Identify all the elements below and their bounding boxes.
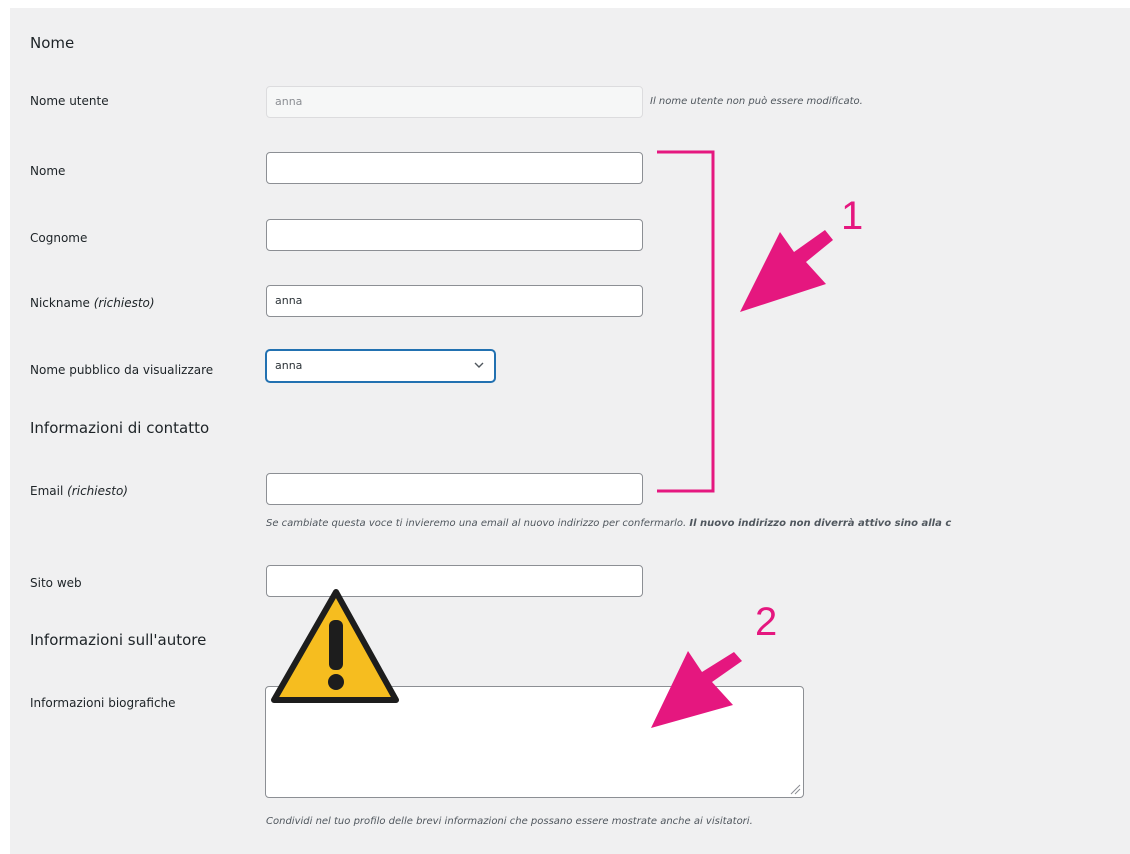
bio-textarea[interactable] bbox=[265, 686, 804, 798]
resize-handle-icon[interactable] bbox=[789, 783, 801, 795]
nickname-label-text: Nickname bbox=[30, 296, 90, 310]
email-note-text: Se cambiate questa voce ti invieremo una… bbox=[266, 518, 687, 529]
display-name-select[interactable]: anna bbox=[266, 350, 495, 382]
website-label: Sito web bbox=[30, 576, 82, 590]
email-field[interactable] bbox=[266, 473, 643, 505]
section-title-name: Nome bbox=[30, 34, 75, 52]
chevron-down-icon bbox=[474, 362, 484, 368]
section-title-author: Informazioni sull'autore bbox=[30, 631, 207, 649]
email-label: Email (richiesto) bbox=[30, 484, 128, 498]
display-name-label: Nome pubblico da visualizzare bbox=[30, 363, 214, 377]
nickname-required: (richiesto) bbox=[93, 296, 155, 310]
callout-number-1: 1 bbox=[841, 194, 864, 238]
bio-label: Informazioni biografiche bbox=[30, 696, 176, 710]
username-note: Il nome utente non può essere modificato… bbox=[650, 96, 863, 107]
website-field[interactable] bbox=[266, 565, 643, 597]
last-name-label: Cognome bbox=[30, 231, 88, 245]
nickname-label: Nickname (richiesto) bbox=[30, 296, 155, 310]
callout-number-2: 2 bbox=[755, 600, 778, 644]
email-label-text: Email bbox=[30, 484, 64, 498]
display-name-value: anna bbox=[275, 359, 303, 372]
section-title-contact: Informazioni di contatto bbox=[30, 419, 210, 437]
first-name-field[interactable] bbox=[266, 152, 643, 184]
username-field: anna bbox=[266, 86, 643, 118]
email-note: Se cambiate questa voce ti invieremo una… bbox=[266, 518, 951, 529]
email-note-bold: Il nuovo indirizzo non diverrà attivo si… bbox=[689, 518, 952, 529]
email-required: (richiesto) bbox=[67, 484, 128, 498]
last-name-field[interactable] bbox=[266, 219, 643, 251]
bio-note: Condividi nel tuo profilo delle brevi in… bbox=[266, 816, 753, 827]
nickname-field[interactable]: anna bbox=[266, 285, 643, 317]
username-label: Nome utente bbox=[30, 94, 109, 108]
first-name-label: Nome bbox=[30, 164, 66, 178]
